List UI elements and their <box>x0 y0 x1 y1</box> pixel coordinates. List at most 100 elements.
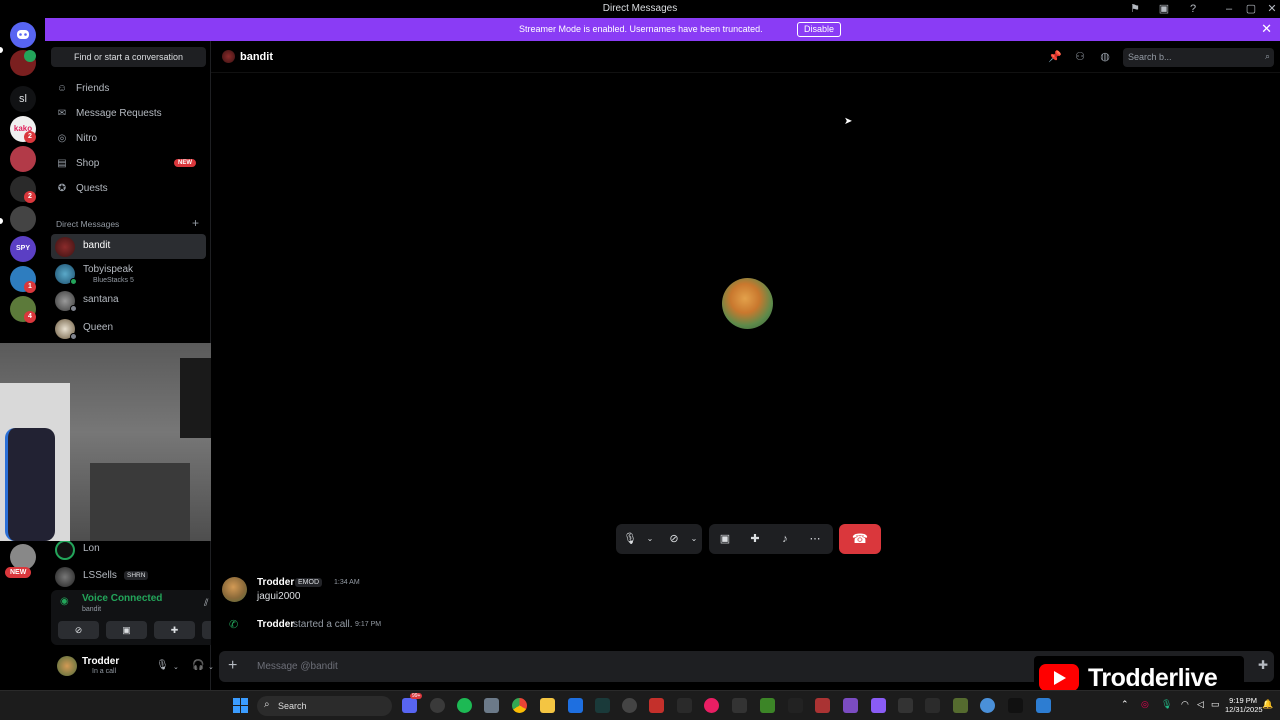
windows-taskbar: ⌕ Search 99+ ⌃ ◎ 🎙 ◠ ◁ ▭ 9:19 PM 12/31/2… <box>0 690 1280 720</box>
activities-button[interactable]: ✚ <box>154 621 195 639</box>
new-badge: NEW <box>174 159 196 167</box>
minecraft-icon[interactable] <box>760 698 775 713</box>
user-profile-icon[interactable]: ◍ <box>1098 50 1112 64</box>
server-icon-sl[interactable]: sl <box>10 86 36 112</box>
dm-item-queen[interactable]: Queen <box>51 316 206 341</box>
dm-item-lssells[interactable]: LSSells SHRN <box>51 564 206 589</box>
avatar[interactable] <box>57 656 77 676</box>
chevron-up-icon[interactable]: ⌃ <box>1121 699 1129 710</box>
chrome-taskbar-icon[interactable] <box>512 698 527 713</box>
stream-icon[interactable]: ▣ <box>1157 2 1171 16</box>
chevron-down-icon[interactable]: ⌄ <box>642 531 658 547</box>
app-taskbar-icon[interactable] <box>1008 698 1023 713</box>
file-explorer-icon[interactable] <box>540 698 555 713</box>
dm-item-santana[interactable]: santana <box>51 288 206 313</box>
volume-icon[interactable]: ◁ <box>1197 699 1204 710</box>
app-taskbar-icon[interactable] <box>898 698 913 713</box>
camera-off-icon[interactable]: ⊘ <box>666 531 682 547</box>
nav-nitro[interactable]: ◎ Nitro <box>51 128 206 150</box>
screen-share-button[interactable]: ▣ <box>106 621 147 639</box>
webcam-chair <box>5 428 55 541</box>
add-attachment-icon[interactable]: + <box>228 657 237 675</box>
app-taskbar-icon[interactable] <box>871 698 886 713</box>
windows-start-icon[interactable] <box>233 698 248 713</box>
call-participant-avatar[interactable] <box>722 278 773 329</box>
taskbar-search-placeholder: Search <box>278 701 307 711</box>
app-taskbar-icon[interactable] <box>732 698 747 713</box>
avatar <box>55 567 75 587</box>
headphones-icon[interactable]: 🎧 <box>192 660 204 671</box>
disable-streamer-button[interactable]: Disable <box>797 22 842 37</box>
video-off-button[interactable]: ⊘ <box>58 621 99 639</box>
app-taskbar-icon[interactable] <box>595 698 610 713</box>
taskbar-clock[interactable]: 9:19 PM 12/31/2025 <box>1225 696 1263 714</box>
microphone-icon[interactable]: 🎙 <box>156 660 169 671</box>
user-name: Trodder <box>82 656 120 667</box>
screen-share-icon[interactable]: ▣ <box>717 531 733 547</box>
nav-quests[interactable]: ✪ Quests <box>51 178 206 200</box>
microphone-icon[interactable]: 🎙 <box>622 531 638 547</box>
activities-icon[interactable]: ✚ <box>747 531 763 547</box>
create-dm-icon[interactable]: + <box>192 216 199 230</box>
app-taskbar-icon[interactable] <box>430 698 445 713</box>
app-taskbar-icon[interactable] <box>568 698 583 713</box>
chevron-down-icon[interactable]: ⌄ <box>686 531 702 547</box>
app-taskbar-icon[interactable] <box>980 698 995 713</box>
chat-username[interactable]: bandit <box>240 51 273 63</box>
call-author[interactable]: Trodder <box>257 619 294 630</box>
minimize-icon[interactable]: – <box>1222 2 1236 16</box>
inbox-flag-icon[interactable]: ⚑ <box>1128 2 1142 16</box>
nav-message-requests[interactable]: ✉ Message Requests <box>51 103 206 125</box>
avatar[interactable] <box>222 577 247 602</box>
battery-icon[interactable]: ▭ <box>1211 699 1220 710</box>
tray-icon[interactable]: ◎ <box>1141 699 1149 710</box>
app-taskbar-icon[interactable] <box>953 698 968 713</box>
apps-icon[interactable]: ✚ <box>1258 658 1268 672</box>
unread-pip <box>0 218 3 224</box>
microphone-tray-icon[interactable]: 🎙 <box>1161 699 1172 710</box>
end-call-button[interactable]: ☎ <box>839 524 881 554</box>
soundboard-icon[interactable]: ♪ <box>777 531 793 547</box>
spotify-taskbar-icon[interactable] <box>457 698 472 713</box>
more-options-icon[interactable]: ⋯ <box>807 531 823 547</box>
app-taskbar-icon[interactable] <box>815 698 830 713</box>
app-taskbar-icon[interactable] <box>704 698 719 713</box>
search-input[interactable]: Search b... ⌕ <box>1123 48 1274 67</box>
close-window-icon[interactable]: ✕ <box>1265 2 1279 16</box>
wifi-icon[interactable]: ◠ <box>1181 699 1189 710</box>
friends-icon: ☺ <box>56 83 68 94</box>
app-taskbar-icon[interactable] <box>484 698 499 713</box>
banner-close-icon[interactable]: ✕ <box>1261 21 1272 37</box>
nav-shop[interactable]: ▤ Shop NEW <box>51 153 206 175</box>
home-button[interactable] <box>10 22 36 48</box>
server-icon-red[interactable] <box>10 146 36 172</box>
maximize-icon[interactable]: ▢ <box>1244 2 1258 16</box>
voice-channel[interactable]: bandit <box>82 606 101 613</box>
app-taskbar-icon[interactable] <box>788 698 803 713</box>
message-timestamp: 1:34 AM <box>334 579 360 586</box>
add-friends-icon[interactable]: ⚇ <box>1073 50 1087 64</box>
pin-icon[interactable]: 📌 <box>1048 50 1062 64</box>
server-icon-spycom[interactable]: SPY <box>10 236 36 262</box>
noise-suppression-icon[interactable]: ⫽ <box>204 598 208 609</box>
app-taskbar-icon[interactable] <box>649 698 664 713</box>
chevron-down-icon[interactable]: ⌄ <box>208 663 214 671</box>
taskbar-search-input[interactable]: ⌕ Search <box>257 696 392 716</box>
app-taskbar-icon[interactable] <box>925 698 940 713</box>
nav-friends[interactable]: ☺ Friends <box>51 78 206 100</box>
find-conversation-button[interactable]: Find or start a conversation <box>51 47 206 67</box>
message-author[interactable]: Trodder <box>257 577 294 588</box>
chevron-down-icon[interactable]: ⌄ <box>173 663 179 671</box>
app-taskbar-icon[interactable] <box>843 698 858 713</box>
server-icon-bw[interactable] <box>10 206 36 232</box>
notification-bell-icon[interactable]: 🔔 <box>1262 699 1273 710</box>
search-icon: ⌕ <box>264 699 270 710</box>
help-icon[interactable]: ? <box>1186 2 1200 16</box>
window-title: Direct Messages <box>602 3 678 14</box>
epic-games-icon[interactable] <box>677 698 692 713</box>
dm-item-tobyispeak[interactable]: Tobyispeak BlueStacks 5 <box>51 261 206 286</box>
discord-taskbar-icon[interactable] <box>402 698 417 713</box>
dm-item-bandit[interactable]: bandit <box>51 234 206 259</box>
xbox-taskbar-icon[interactable] <box>622 698 637 713</box>
app-taskbar-icon[interactable] <box>1036 698 1051 713</box>
